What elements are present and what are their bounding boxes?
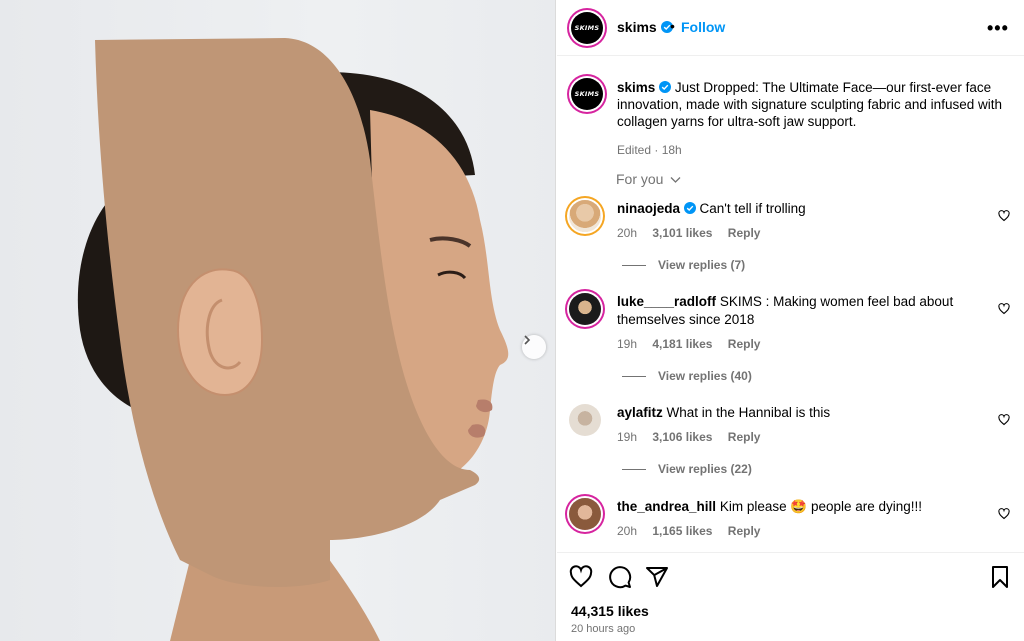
post-timestamp: 20 hours ago xyxy=(571,623,636,635)
view-replies-button[interactable]: View replies (22) xyxy=(622,462,752,476)
header-separator: • xyxy=(670,18,675,34)
avatar[interactable]: SKIMS xyxy=(571,12,603,44)
comment-username[interactable]: luke____radloff xyxy=(617,294,716,309)
follow-button[interactable]: Follow xyxy=(681,19,725,35)
reply-button[interactable]: Reply xyxy=(728,430,761,444)
verified-badge-icon xyxy=(659,81,672,93)
verified-badge-icon xyxy=(683,202,696,214)
comment-body: Can't tell if trolling xyxy=(699,201,806,216)
comment-time: 19h xyxy=(617,430,638,444)
reply-button[interactable]: Reply xyxy=(728,226,761,240)
post-image xyxy=(0,0,556,641)
heart-icon[interactable] xyxy=(998,210,1010,222)
comment-meta: 20h 1,165 likes Reply xyxy=(617,524,772,538)
comment-body: Kim please xyxy=(719,499,787,514)
reply-button[interactable]: Reply xyxy=(728,524,761,538)
comment-meta: 19h 3,106 likes Reply xyxy=(617,430,772,444)
comment-body-cont: people are dying!!! xyxy=(810,499,923,514)
comment-username[interactable]: ninaojeda xyxy=(617,201,680,216)
avatar[interactable] xyxy=(569,498,601,530)
comment-meta: 20h 3,101 likes Reply xyxy=(617,226,772,240)
comment-likes[interactable]: 4,181 likes xyxy=(652,337,712,351)
view-replies-label: View replies (22) xyxy=(658,462,752,476)
likes-count[interactable]: 44,315 likes xyxy=(571,603,649,619)
comment-username[interactable]: the_andrea_hill xyxy=(617,499,716,514)
brand-logo-text: SKIMS xyxy=(574,24,600,32)
share-icon[interactable] xyxy=(645,565,669,589)
avatar[interactable] xyxy=(569,293,601,325)
brand-logo-text: SKIMS xyxy=(574,90,600,98)
comment-likes[interactable]: 1,165 likes xyxy=(652,524,712,538)
more-options-button[interactable]: ••• xyxy=(987,18,1009,39)
caption-text: Just Dropped: The Ultimate Face—our firs… xyxy=(617,80,1002,129)
caption-avatar[interactable]: SKIMS xyxy=(571,78,603,110)
reply-button[interactable]: Reply xyxy=(728,337,761,351)
view-replies-button[interactable]: View replies (40) xyxy=(622,369,752,383)
chevron-down-icon xyxy=(670,177,681,183)
avatar[interactable] xyxy=(569,404,601,436)
post-side-panel: SKIMS skims • Follow ••• SKIMS skims Jus… xyxy=(557,0,1024,641)
bookmark-icon[interactable] xyxy=(988,565,1012,589)
heart-icon[interactable] xyxy=(998,508,1010,520)
comment-text: the_andrea_hill Kim please 🤩 people are … xyxy=(617,498,957,516)
post-actions: 44,315 likes 20 hours ago xyxy=(557,552,1024,641)
heart-icon[interactable] xyxy=(998,303,1010,315)
post-caption: skims Just Dropped: The Ultimate Face—ou… xyxy=(617,79,1007,159)
comment-body: What in the Hannibal is this xyxy=(666,405,831,420)
comment-sort-label: For you xyxy=(616,171,664,187)
comment-likes[interactable]: 3,106 likes xyxy=(652,430,712,444)
view-replies-label: View replies (7) xyxy=(658,258,746,272)
comment-time: 20h xyxy=(617,226,638,240)
comment-time: 20h xyxy=(617,524,638,538)
account-username[interactable]: skims xyxy=(617,19,673,35)
comment-text: aylafitz What in the Hannibal is this xyxy=(617,404,957,422)
view-replies-label: View replies (40) xyxy=(658,369,752,383)
comment-username[interactable]: aylafitz xyxy=(617,405,663,420)
comment-time: 19h xyxy=(617,337,638,351)
comment-text: luke____radloff SKIMS : Making women fee… xyxy=(617,293,957,329)
post-photo-illustration xyxy=(77,38,509,641)
avatar[interactable] xyxy=(569,200,601,232)
comment-text: ninaojeda Can't tell if trolling xyxy=(617,200,957,218)
comment-icon[interactable] xyxy=(608,565,632,589)
caption-username[interactable]: skims xyxy=(617,80,655,95)
caption-edited: Edited · 18h xyxy=(617,143,682,157)
account-username-text: skims xyxy=(617,19,657,35)
heart-icon[interactable] xyxy=(998,414,1010,426)
comment-sort-dropdown[interactable]: For you xyxy=(616,171,681,187)
heart-icon[interactable] xyxy=(569,565,593,589)
view-replies-button[interactable]: View replies (7) xyxy=(622,258,745,272)
comment-meta: 19h 4,181 likes Reply xyxy=(617,337,772,351)
chevron-right-icon xyxy=(524,335,531,345)
comment-likes[interactable]: 3,101 likes xyxy=(652,226,712,240)
next-image-button[interactable] xyxy=(522,335,546,359)
emoji: 🤩 xyxy=(790,499,808,514)
post-header: SKIMS skims • Follow ••• xyxy=(557,0,1024,56)
